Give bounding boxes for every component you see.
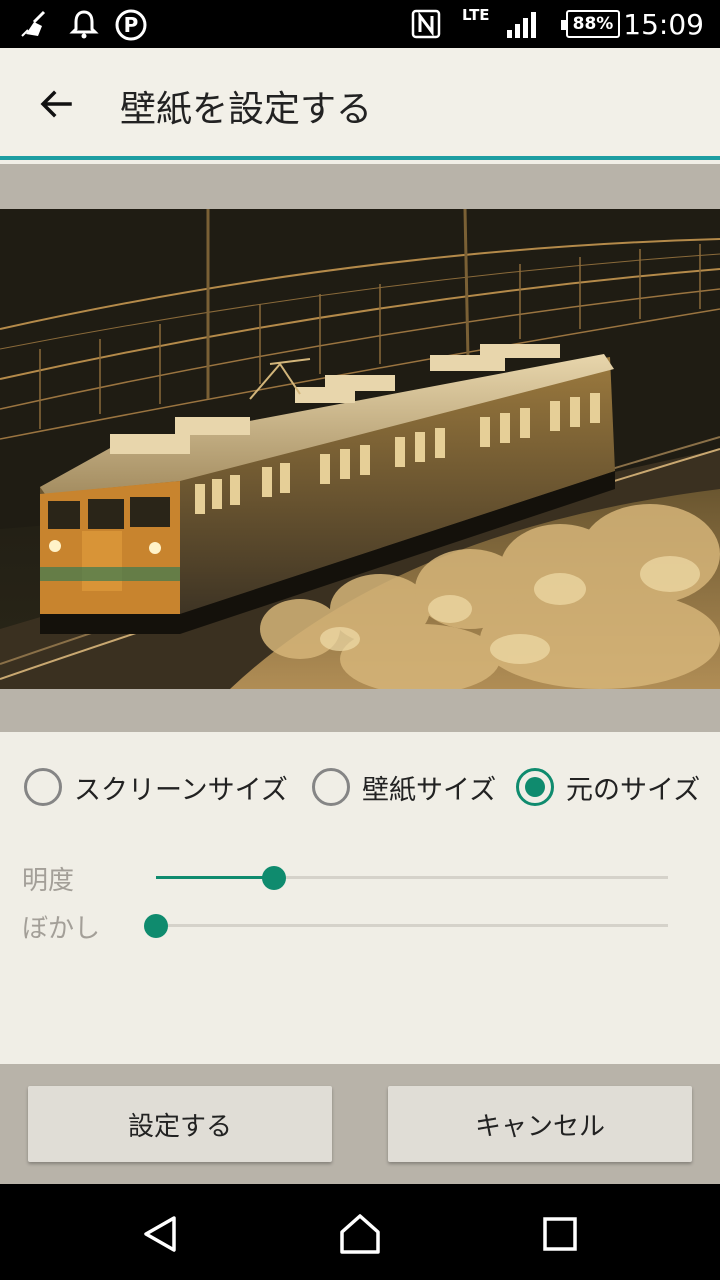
clock: 15:09 <box>623 8 704 41</box>
brightness-label: 明度 <box>22 866 75 896</box>
app-bar: 壁紙を設定する <box>0 48 720 160</box>
radio-original-size[interactable]: 元のサイズ <box>516 762 700 812</box>
arrow-back-icon <box>40 90 72 118</box>
blur-slider[interactable] <box>144 914 668 938</box>
blur-label: ぼかし <box>22 914 101 944</box>
options-panel: スクリーンサイズ 壁紙サイズ 元のサイズ 明度 ぼかし <box>0 732 720 1064</box>
brightness-slider-fill <box>156 876 274 879</box>
nav-home-button[interactable] <box>332 1206 388 1262</box>
back-button[interactable] <box>30 78 82 130</box>
wallpaper-preview-area <box>0 164 720 732</box>
navigation-bar <box>0 1184 720 1280</box>
recents-square-icon <box>543 1217 577 1251</box>
radio-wallpaper-size[interactable]: 壁紙サイズ <box>312 762 496 812</box>
home-icon <box>340 1214 380 1254</box>
wallpaper-preview-image[interactable] <box>0 209 720 689</box>
status-bar: P LTE 88% 15:09 <box>0 0 720 48</box>
brightness-slider-thumb[interactable] <box>261 866 286 890</box>
battery-icon: 88% <box>561 10 620 38</box>
brightness-slider[interactable] <box>156 866 668 890</box>
radio-circle-selected <box>516 768 554 806</box>
parking-icon: P <box>114 8 148 46</box>
triangle-back-icon <box>144 1216 176 1252</box>
svg-text:P: P <box>124 13 139 37</box>
page-title: 壁紙を設定する <box>120 89 373 130</box>
size-option-group: スクリーンサイズ 壁紙サイズ 元のサイズ <box>0 762 720 812</box>
signal-icon <box>504 8 538 44</box>
radio-circle <box>24 768 62 806</box>
battery-level: 88% <box>572 14 614 34</box>
nav-recents-button[interactable] <box>532 1206 588 1262</box>
radio-circle <box>312 768 350 806</box>
blur-slider-thumb[interactable] <box>144 914 168 938</box>
radio-label: 壁紙サイズ <box>362 774 497 806</box>
nav-back-button[interactable] <box>132 1206 188 1262</box>
radio-label: 元のサイズ <box>566 774 701 806</box>
nfc-icon <box>410 8 442 44</box>
network-type: LTE <box>462 6 490 24</box>
set-button[interactable]: 設定する <box>28 1086 332 1162</box>
broom-icon <box>20 8 52 44</box>
cancel-button[interactable]: キャンセル <box>388 1086 692 1162</box>
radio-screen-size[interactable]: スクリーンサイズ <box>24 762 288 812</box>
notification-bell-icon <box>68 8 100 44</box>
radio-label: スクリーンサイズ <box>74 774 288 806</box>
button-bar: 設定する キャンセル <box>0 1064 720 1184</box>
